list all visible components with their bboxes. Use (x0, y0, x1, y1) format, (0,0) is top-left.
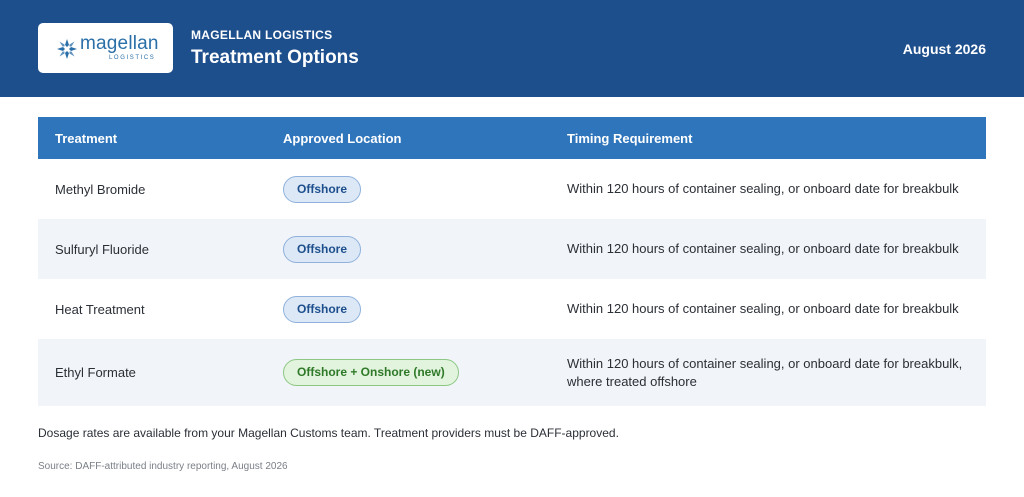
column-header-timing: Timing Requirement (550, 117, 986, 159)
table-row: Heat Treatment Offshore Within 120 hours… (38, 279, 986, 339)
footnote: Dosage rates are available from your Mag… (38, 426, 619, 440)
location-cell: Offshore (266, 159, 550, 219)
logo-subtext: LOGISTICS (109, 55, 156, 61)
company-name: MAGELLAN LOGISTICS (191, 28, 333, 42)
star-burst-logo-icon (57, 39, 77, 59)
table-row: Methyl Bromide Offshore Within 120 hours… (38, 159, 986, 219)
table-row: Ethyl Formate Offshore + Onshore (new) W… (38, 339, 986, 406)
location-cell: Offshore (266, 219, 550, 279)
location-cell: Offshore + Onshore (new) (266, 339, 550, 406)
timing-requirement: Within 120 hours of container sealing, o… (550, 219, 986, 279)
column-header-location: Approved Location (266, 117, 550, 159)
timing-requirement: Within 120 hours of container sealing, o… (567, 301, 959, 316)
location-badge: Offshore (283, 295, 362, 323)
location-cell: Offshore (266, 279, 550, 339)
page-title: Treatment Options (191, 47, 359, 68)
table-row: Sulfuryl Fluoride Offshore Within 120 ho… (38, 219, 986, 279)
location-badge: Offshore + Onshore (new) (283, 359, 459, 386)
logo-wordmark: magellan (80, 33, 159, 54)
location-badge: Offshore (283, 175, 362, 203)
treatment-table: Treatment Approved Location Timing Requi… (38, 117, 986, 406)
treatment-name: Heat Treatment (55, 301, 145, 317)
column-header-treatment: Treatment (38, 117, 266, 159)
treatment-name: Methyl Bromide (55, 181, 146, 197)
company-logo: magellan LOGISTICS (38, 23, 173, 73)
report-date: August 2026 (902, 41, 986, 57)
page-header: magellan LOGISTICS MAGELLAN LOGISTICS Tr… (0, 0, 1024, 97)
treatment-name: Sulfuryl Fluoride (38, 219, 266, 279)
timing-requirement: Within 120 hours of container sealing, o… (550, 339, 986, 406)
location-badge: Offshore (283, 235, 362, 263)
table-header-row: Treatment Approved Location Timing Requi… (38, 117, 986, 159)
timing-requirement: Within 120 hours of container sealing, o… (567, 181, 959, 196)
treatment-name: Ethyl Formate (38, 339, 266, 406)
source-citation: Source: DAFF-attributed industry reporti… (38, 461, 288, 472)
